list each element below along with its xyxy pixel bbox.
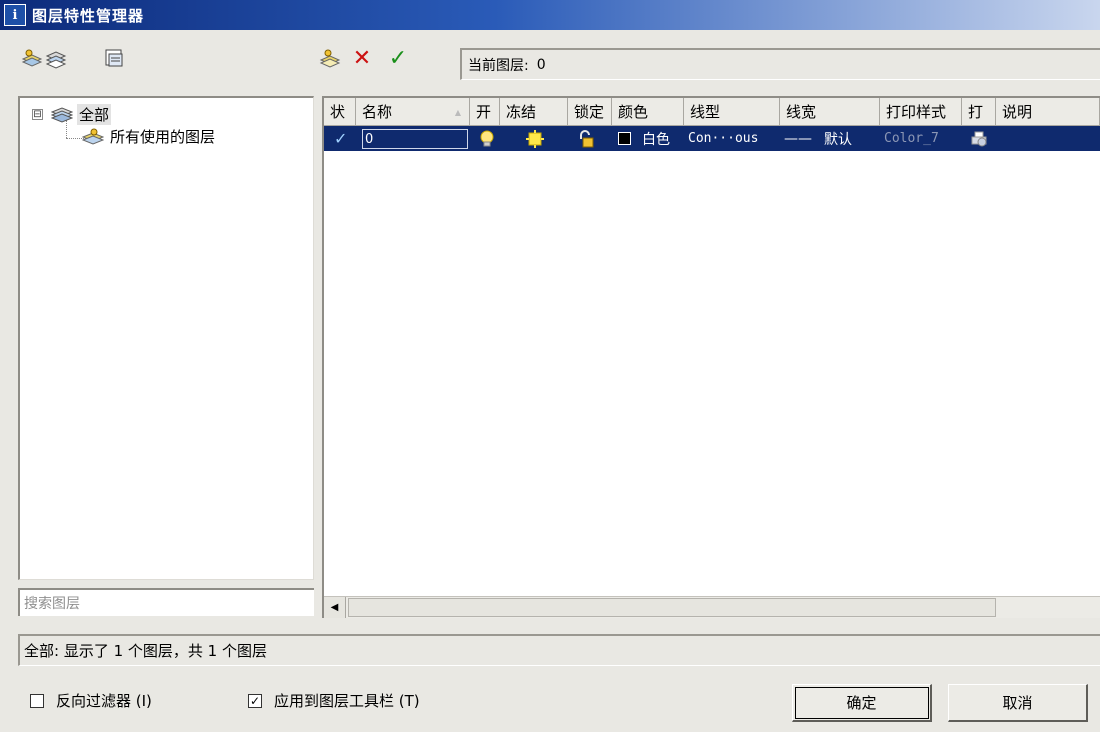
delete-layer-button[interactable]: ✕ [350,45,374,71]
tree-node-all-used-layers[interactable]: 所有使用的图层 [82,126,215,147]
app-icon: i [4,4,26,26]
used-layers-filter-icon [82,128,104,145]
status-bar: 全部: 显示了 1 个图层，共 1 个图层 [18,634,1100,666]
column-on[interactable]: 开 [470,98,500,126]
title-bar: i 图层特性管理器 [0,0,1100,30]
new-layer-button[interactable] [318,46,342,70]
column-plot-style[interactable]: 打印样式 [880,98,962,126]
current-layer-value: 0 [536,56,546,73]
sort-ascending-icon: ▲ [454,108,461,117]
window-title: 图层特性管理器 [32,6,145,25]
new-property-filter-icon [21,49,43,67]
status-text: 全部: 显示了 1 个图层，共 1 个图层 [24,642,267,660]
table-row[interactable]: ✓ 0 白色 Con···ous —— 默认 Color_7 [324,126,1100,151]
sun-icon[interactable] [526,126,544,151]
new-property-filter-button[interactable] [20,46,44,70]
delete-layer-icon: ✕ [352,45,372,71]
column-lineweight[interactable]: 线宽 [780,98,880,126]
column-color[interactable]: 颜色 [612,98,684,126]
set-current-button[interactable]: ✓ [386,45,410,71]
plot-style-value: Color_7 [884,131,939,146]
unlock-icon[interactable] [578,126,596,151]
apply-to-toolbar-checkbox[interactable]: ✓ [248,693,262,708]
lightbulb-icon[interactable] [480,126,494,151]
current-layer-label: 当前图层: [468,57,529,74]
layer-list-header: 状 名称 ▲ 开 冻结 锁定 颜色 线型 线宽 打印样式 打 说明 [324,98,1100,126]
apply-to-toolbar-option[interactable]: ✓ 应用到图层工具栏 (T) [248,690,420,711]
lineweight-sample: —— [784,130,812,147]
new-group-filter-button[interactable] [44,46,68,70]
apply-to-toolbar-label: 应用到图层工具栏 (T) [274,692,420,710]
search-layers-input[interactable]: 搜索图层 [18,588,314,616]
layer-states-manager-button[interactable] [102,46,126,70]
tree-node-all-used-layers-label: 所有使用的图层 [110,128,216,146]
tree-node-all[interactable]: ⊟ 全部 [32,104,112,125]
filter-tree[interactable]: ⊟ 全部 所有使用的图层 [18,96,314,580]
column-lock[interactable]: 锁定 [568,98,612,126]
layer-states-manager-icon [105,49,123,67]
invert-filter-option[interactable]: 反向过滤器 (I) [30,690,152,711]
scroll-left-icon[interactable]: ◀ [324,597,346,618]
tree-node-all-label: 全部 [77,104,112,125]
set-current-icon: ✓ [388,45,408,71]
layer-name-field[interactable]: 0 [362,129,468,149]
column-plot[interactable]: 打 [962,98,996,126]
layers-icon [51,106,73,123]
linetype-value[interactable]: Con···ous [688,126,758,151]
invert-filter-checkbox[interactable] [30,693,44,708]
new-group-filter-icon [45,51,67,69]
color-name[interactable]: 白色 [642,126,670,151]
printer-icon[interactable] [970,126,988,151]
current-layer-display: 当前图层: 0 [460,48,1100,80]
column-status[interactable]: 状 [324,98,356,126]
search-placeholder: 搜索图层 [24,596,80,612]
current-layer-check-icon[interactable]: ✓ [334,126,347,151]
horizontal-scrollbar[interactable]: ◀ [324,596,1100,618]
ok-button[interactable]: 确定 [792,684,932,722]
layer-list[interactable]: 状 名称 ▲ 开 冻结 锁定 颜色 线型 线宽 打印样式 打 说明 ✓ 0 白色… [322,96,1100,618]
scrollbar-thumb[interactable] [348,598,996,617]
lineweight-value[interactable]: 默认 [824,126,852,151]
column-freeze[interactable]: 冻结 [500,98,568,126]
collapse-icon[interactable]: ⊟ [32,109,43,120]
column-name[interactable]: 名称 ▲ [356,98,470,126]
column-linetype[interactable]: 线型 [684,98,780,126]
new-layer-icon [319,49,341,68]
invert-filter-label: 反向过滤器 (I) [56,692,152,710]
column-description[interactable]: 说明 [996,98,1100,126]
color-swatch[interactable] [618,126,631,151]
cancel-button[interactable]: 取消 [948,684,1088,722]
